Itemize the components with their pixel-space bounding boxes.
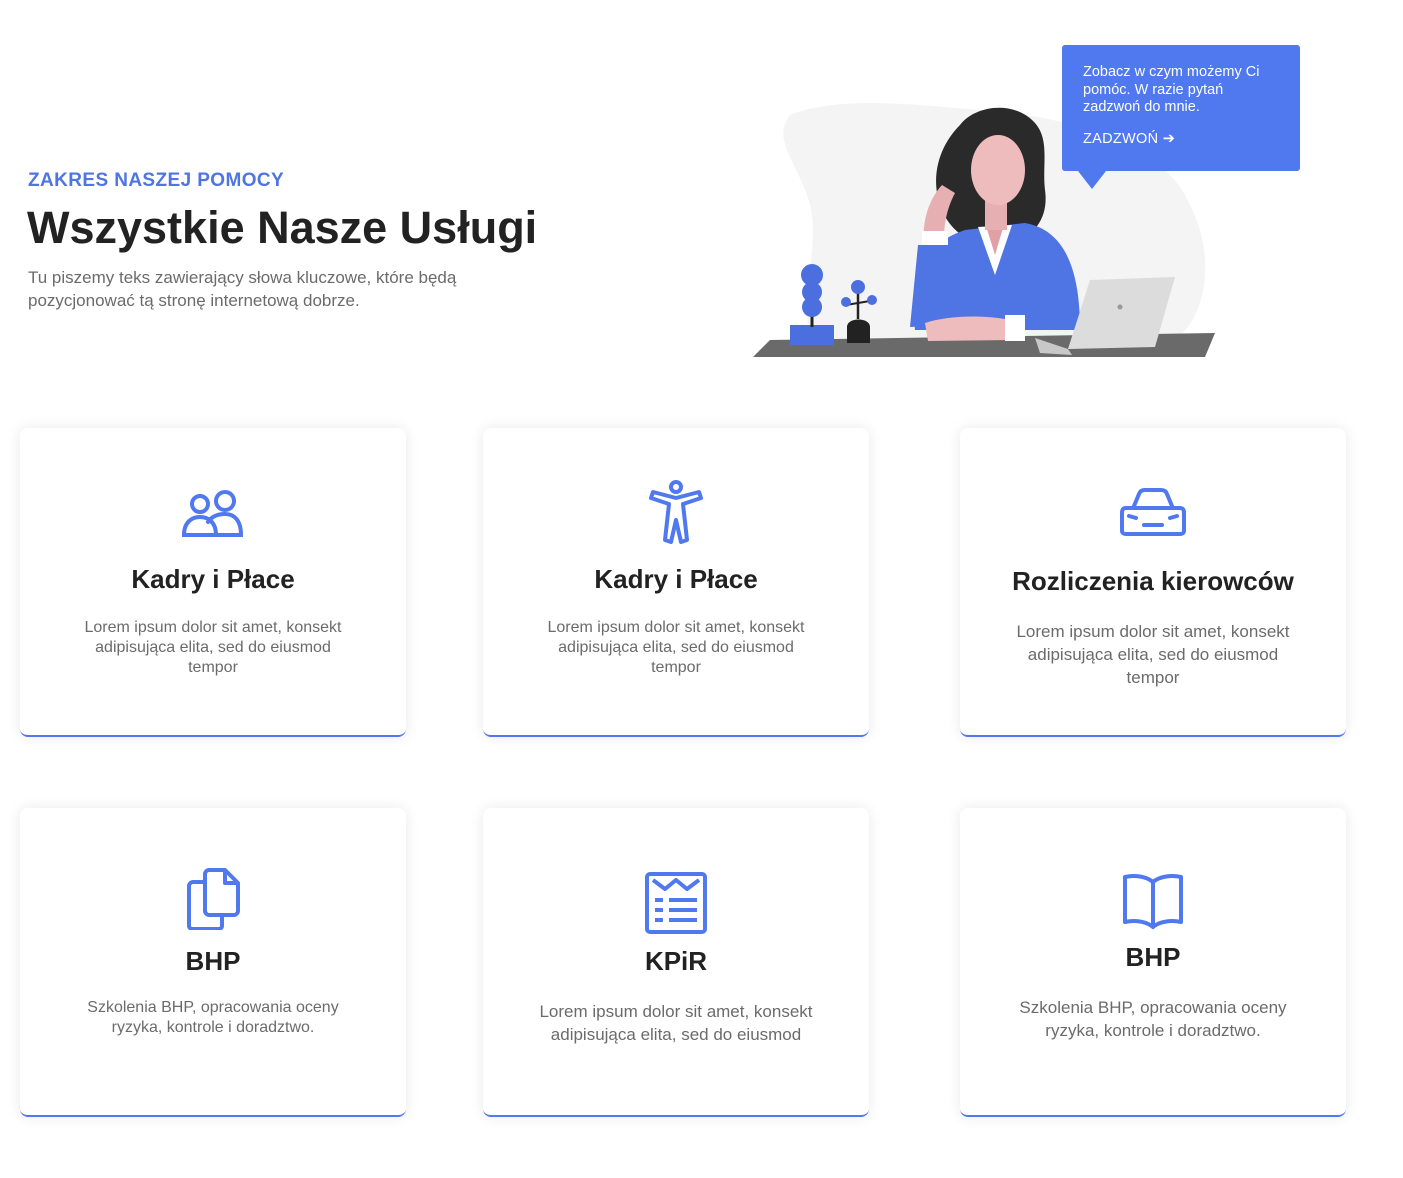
newspaper-icon bbox=[645, 872, 707, 934]
card-description: Szkolenia BHP, opracowania oceny ryzyka,… bbox=[1019, 998, 1287, 1040]
car-icon bbox=[1120, 488, 1186, 536]
card-title: BHP bbox=[185, 946, 241, 976]
service-card[interactable]: BHP Szkolenia BHP, opracowania oceny ryz… bbox=[960, 808, 1346, 1117]
card-title: KPiR bbox=[644, 946, 708, 976]
card-title: Kadry i Płace bbox=[594, 564, 758, 594]
card-title: Kadry i Płace bbox=[131, 564, 295, 594]
service-card[interactable]: Kadry i Płace Lorem ipsum dolor sit amet… bbox=[20, 428, 406, 737]
call-button[interactable]: ZADZWOŃ ➔ bbox=[1083, 131, 1175, 147]
section-eyebrow: ZAKRES NASZEJ POMOCY bbox=[28, 170, 285, 191]
service-card[interactable]: KPiR Lorem ipsum dolor sit amet, konsekt… bbox=[483, 808, 869, 1117]
section-intro: Tu piszemy teks zawierający słowa kluczo… bbox=[28, 268, 457, 310]
documents-icon bbox=[187, 868, 240, 930]
card-description: Lorem ipsum dolor sit amet, konsekt adip… bbox=[547, 619, 805, 676]
card-description: Lorem ipsum dolor sit amet, konsekt adip… bbox=[1016, 622, 1290, 687]
card-title: BHP bbox=[1125, 942, 1181, 972]
book-icon bbox=[1123, 874, 1183, 929]
card-description: Szkolenia BHP, opracowania oceny ryzyka,… bbox=[87, 999, 339, 1036]
services-section: ZAKRES NASZEJ POMOCY Wszystkie Nasze Usł… bbox=[0, 0, 1403, 1178]
service-card[interactable]: Rozliczenia kierowców Lorem ipsum dolor … bbox=[960, 428, 1346, 737]
users-icon bbox=[181, 490, 244, 537]
callout-text: Zobacz w czym możemy Ci pomóc. W razie p… bbox=[1083, 64, 1260, 115]
section-title: Wszystkie Nasze Usługi bbox=[27, 202, 538, 253]
service-card[interactable]: BHP Szkolenia BHP, opracowania oceny ryz… bbox=[20, 808, 406, 1117]
card-description: Lorem ipsum dolor sit amet, konsekt adip… bbox=[539, 1002, 813, 1044]
service-card[interactable]: Kadry i Płace Lorem ipsum dolor sit amet… bbox=[483, 428, 869, 737]
card-description: Lorem ipsum dolor sit amet, konsekt adip… bbox=[84, 619, 342, 676]
callout-bubble: Zobacz w czym możemy Ci pomóc. W razie p… bbox=[1062, 45, 1300, 189]
accessibility-icon bbox=[649, 480, 703, 544]
card-title: Rozliczenia kierowców bbox=[1012, 566, 1294, 596]
